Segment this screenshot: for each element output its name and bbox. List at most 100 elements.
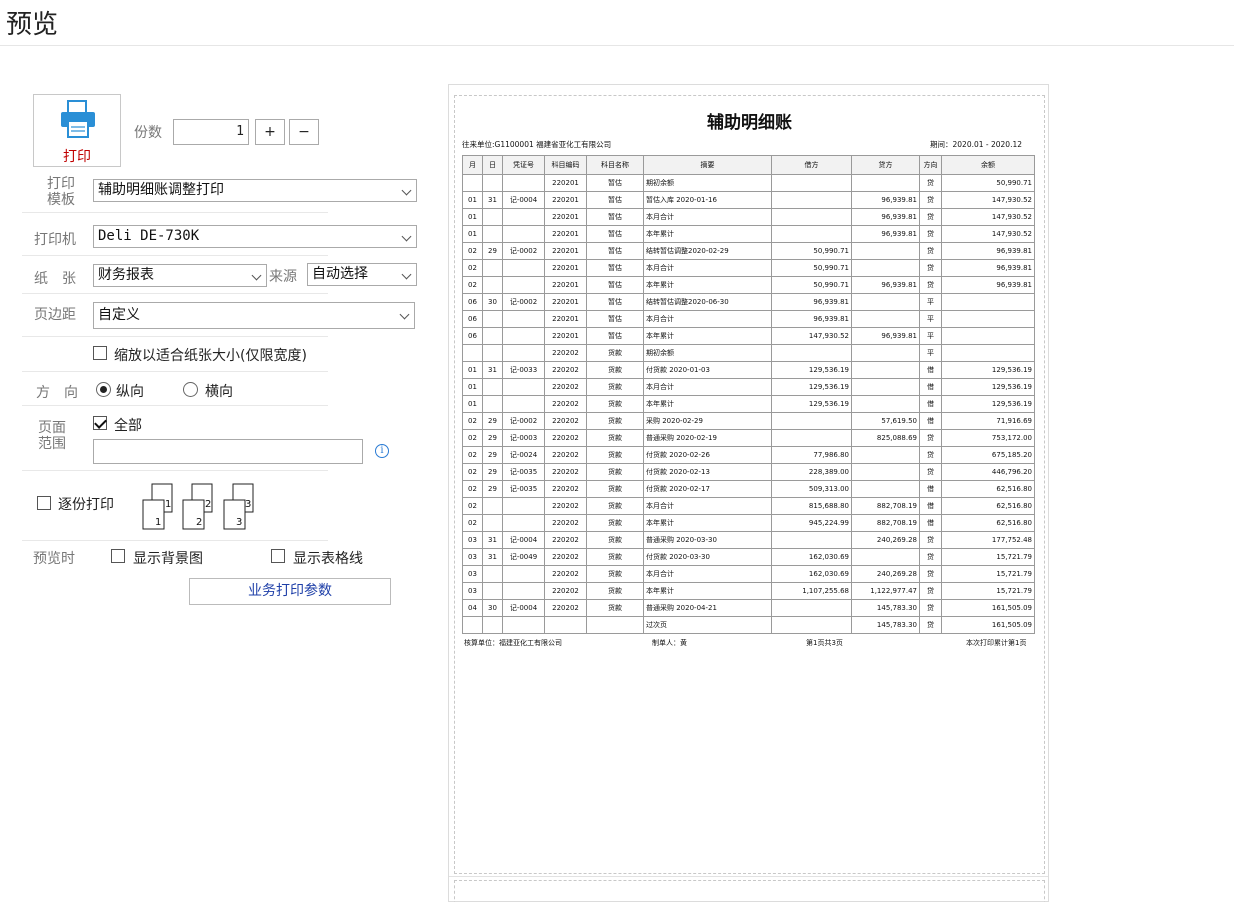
print-button[interactable]: 打印 bbox=[33, 94, 121, 167]
table-cell bbox=[502, 174, 545, 192]
table-cell bbox=[771, 599, 852, 617]
table-cell: 付货款 2020-02-13 bbox=[643, 463, 772, 481]
table-cell: 货款 bbox=[586, 378, 644, 396]
table-cell: 记-0004 bbox=[502, 191, 545, 209]
table-cell bbox=[482, 327, 503, 345]
table-cell: 本年累计 bbox=[643, 276, 772, 294]
divider bbox=[22, 405, 328, 406]
table-cell: 162,030.69 bbox=[771, 565, 852, 583]
table-cell: 145,783.30 bbox=[851, 599, 920, 617]
show-gridlines-checkbox[interactable] bbox=[271, 549, 285, 563]
table-cell: 71,916.69 bbox=[941, 412, 1035, 430]
table-cell: 15,721.79 bbox=[941, 582, 1035, 600]
table-cell: 记-0004 bbox=[502, 599, 545, 617]
table-row: 06 220201 暂估 本年累计 147,930.52 96,939.81 平 bbox=[462, 327, 1035, 345]
table-cell bbox=[502, 395, 545, 413]
table-cell: 02 bbox=[462, 429, 483, 447]
table-cell: 220202 bbox=[544, 412, 587, 430]
table-cell: 货款 bbox=[586, 565, 644, 583]
table-cell: 01 bbox=[462, 361, 483, 379]
page-range-label-line1: 页面 bbox=[38, 420, 66, 436]
paper-select[interactable]: 财务报表 bbox=[93, 264, 267, 287]
table-cell bbox=[482, 225, 503, 243]
table-cell: 240,269.28 bbox=[851, 565, 920, 583]
template-select[interactable]: 辅助明细账调整打印 bbox=[93, 179, 417, 202]
portrait-radio[interactable] bbox=[96, 382, 111, 397]
table-cell: 77,986.80 bbox=[771, 446, 852, 464]
table-cell: 贷 bbox=[919, 242, 942, 260]
table-cell bbox=[771, 191, 852, 209]
table-cell: 06 bbox=[462, 310, 483, 328]
report-header-cell: 凭证号 bbox=[502, 155, 545, 175]
table-cell: 货款 bbox=[586, 480, 644, 498]
info-icon[interactable]: i bbox=[375, 444, 389, 458]
report-period: 期间：2020.01 - 2020.12 bbox=[930, 140, 1023, 149]
page-range-label-line2: 范围 bbox=[38, 436, 66, 452]
table-cell: 记-0033 bbox=[502, 361, 545, 379]
table-cell: 货款 bbox=[586, 599, 644, 617]
table-cell: 贷 bbox=[919, 276, 942, 294]
template-label: 打印 模板 bbox=[47, 176, 75, 208]
table-cell: 675,185.20 bbox=[941, 446, 1035, 464]
all-pages-checkbox[interactable] bbox=[93, 416, 107, 430]
printer-select[interactable]: Deli DE-730K bbox=[93, 225, 417, 248]
copies-increase-button[interactable]: + bbox=[255, 119, 285, 145]
table-cell: 220201 bbox=[544, 208, 587, 226]
table-cell: 暂估 bbox=[586, 310, 644, 328]
landscape-radio[interactable] bbox=[183, 382, 198, 397]
table-row: 02 29 记-0002 220202 货款 采购 2020-02-29 57,619.50… bbox=[462, 412, 1035, 430]
page-range-input[interactable] bbox=[93, 439, 363, 464]
table-cell: 50,990.71 bbox=[771, 259, 852, 277]
table-cell: 220202 bbox=[544, 531, 587, 549]
fit-paper-checkbox[interactable] bbox=[93, 346, 107, 360]
collate-checkbox[interactable] bbox=[37, 496, 51, 510]
table-row: 02 220201 暂估 本年累计 50,990.71 96,939.81 贷 96,939.… bbox=[462, 276, 1035, 294]
table-cell: 96,939.81 bbox=[941, 242, 1035, 260]
table-cell: 30 bbox=[482, 293, 503, 311]
template-label-line1: 打印 bbox=[47, 176, 75, 192]
table-cell: 50,990.71 bbox=[771, 242, 852, 260]
chevron-down-icon bbox=[401, 185, 412, 196]
table-cell bbox=[502, 616, 545, 634]
divider bbox=[22, 540, 328, 541]
source-select[interactable]: 自动选择 bbox=[307, 263, 417, 286]
table-cell: 30 bbox=[482, 599, 503, 617]
table-cell: 平 bbox=[919, 293, 942, 311]
table-cell bbox=[502, 344, 545, 362]
table-cell: 货款 bbox=[586, 582, 644, 600]
table-cell: 记-0024 bbox=[502, 446, 545, 464]
divider bbox=[22, 470, 328, 471]
table-cell: 01 bbox=[462, 225, 483, 243]
orientation-label: 方 向 bbox=[36, 385, 78, 401]
table-row: 01 220201 暂估 本年累计 96,939.81 贷 147,930.52 bbox=[462, 225, 1035, 243]
report-header-cell: 借方 bbox=[771, 155, 852, 175]
source-label: 来源 bbox=[269, 269, 297, 285]
table-cell bbox=[851, 361, 920, 379]
table-cell: 01 bbox=[462, 378, 483, 396]
table-cell: 记-0003 bbox=[502, 429, 545, 447]
show-background-checkbox[interactable] bbox=[111, 549, 125, 563]
table-cell bbox=[851, 259, 920, 277]
copies-decrease-button[interactable]: − bbox=[289, 119, 319, 145]
table-cell bbox=[771, 174, 852, 192]
table-cell bbox=[502, 327, 545, 345]
table-cell: 882,708.19 bbox=[851, 514, 920, 532]
table-cell bbox=[502, 225, 545, 243]
table-cell: 结转暂估调整2020-06-30 bbox=[643, 293, 772, 311]
table-cell: 本年累计 bbox=[643, 327, 772, 345]
margin-select[interactable]: 自定义 bbox=[93, 302, 415, 329]
table-cell: 02 bbox=[462, 276, 483, 294]
table-cell: 145,783.30 bbox=[851, 616, 920, 634]
table-cell bbox=[482, 259, 503, 277]
copies-input[interactable]: 1 bbox=[173, 119, 249, 145]
business-print-params-button[interactable]: 业务打印参数 bbox=[189, 578, 391, 605]
table-row: 02 29 记-0002 220201 暂估 结转暂估调整2020-02-29 50,990… bbox=[462, 242, 1035, 260]
table-cell: 129,536.19 bbox=[771, 361, 852, 379]
table-cell: 记-0035 bbox=[502, 463, 545, 481]
table-cell: 货款 bbox=[586, 514, 644, 532]
table-cell bbox=[771, 225, 852, 243]
table-cell bbox=[771, 616, 852, 634]
table-cell: 62,516.80 bbox=[941, 480, 1035, 498]
table-cell: 本月合计 bbox=[643, 565, 772, 583]
table-cell: 01 bbox=[462, 191, 483, 209]
